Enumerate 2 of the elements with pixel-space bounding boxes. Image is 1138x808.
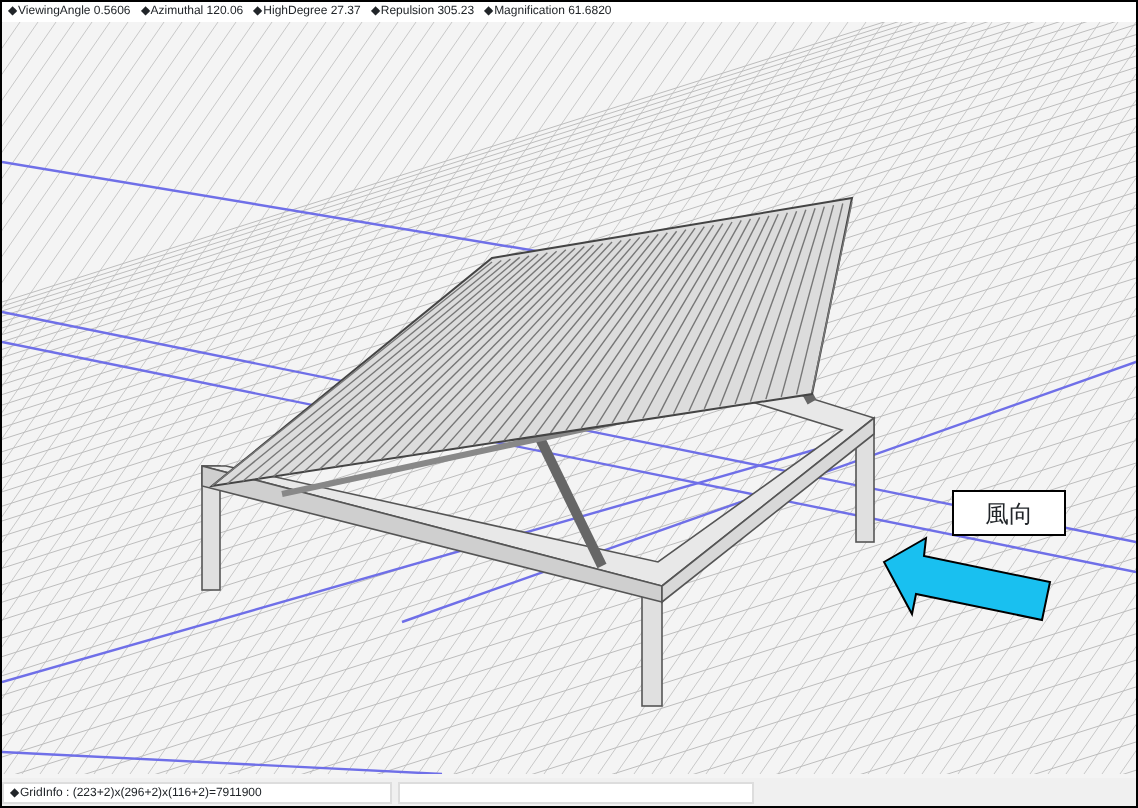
wind-arrow-icon xyxy=(882,536,1052,622)
wind-direction-label: 風向 xyxy=(952,490,1066,536)
